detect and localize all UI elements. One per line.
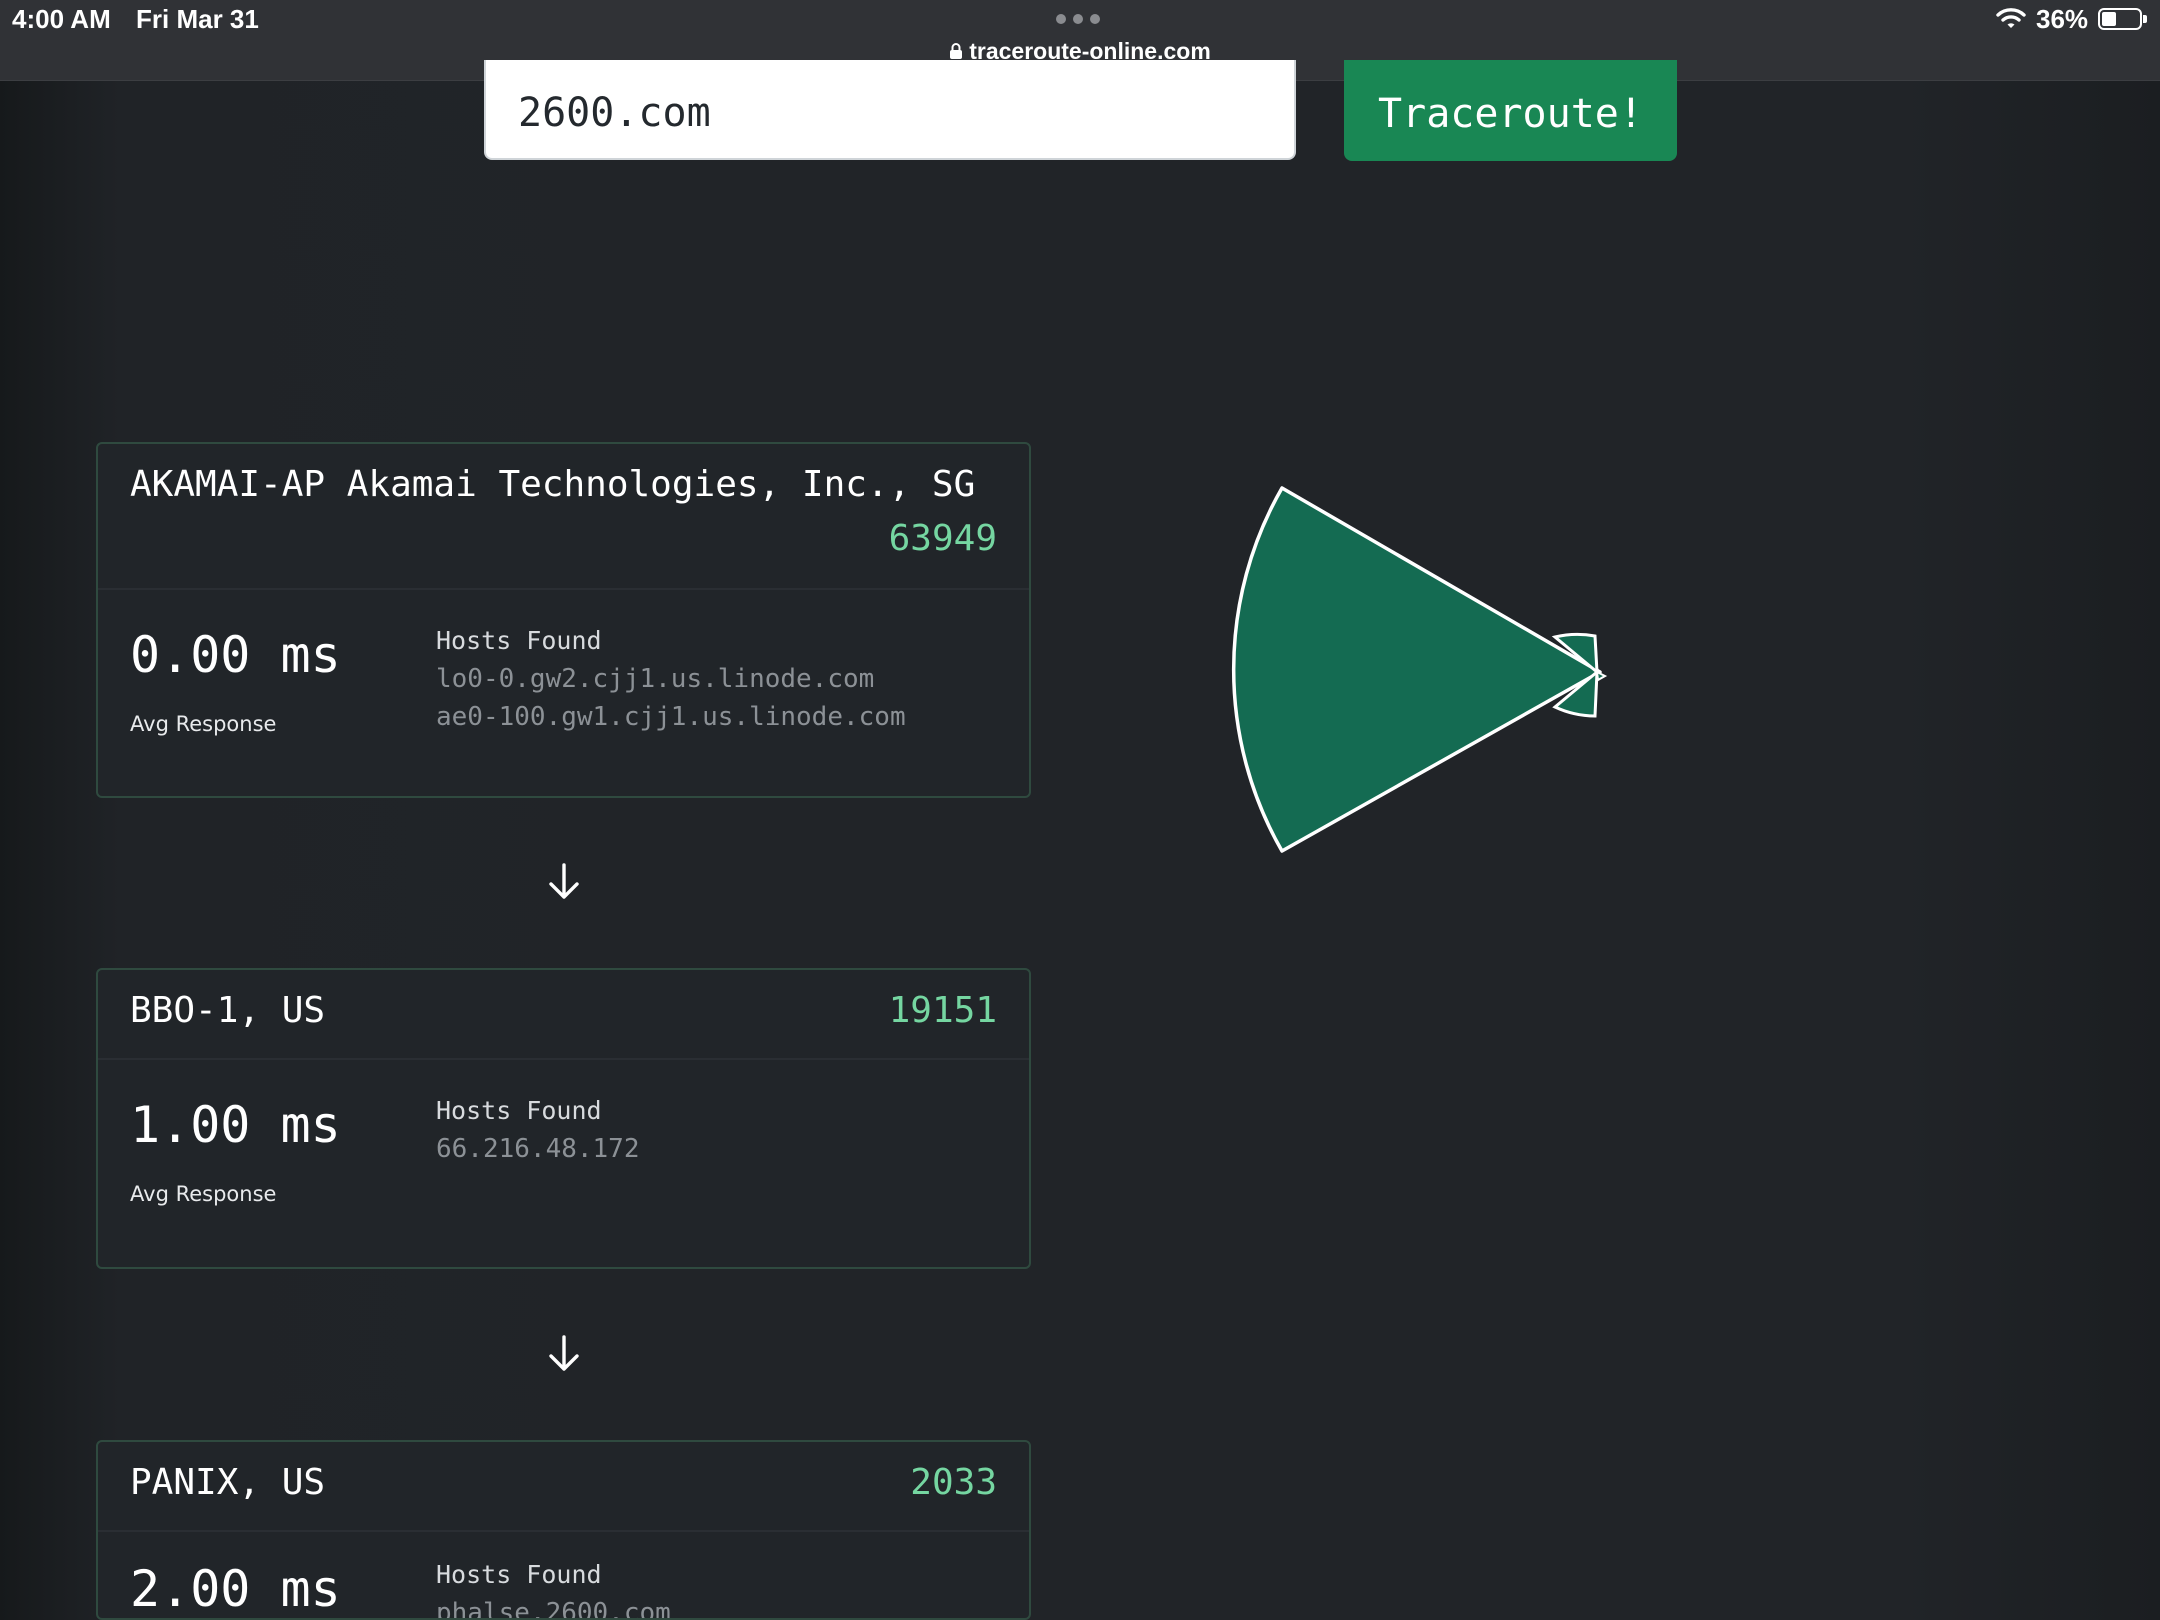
arrow-down-icon (545, 862, 583, 906)
battery-percentage: 36% (2036, 4, 2089, 34)
hop-name: PANIX, US (130, 1462, 326, 1503)
host-entry: ae0-100.gw1.cjj1.us.linode.com (436, 702, 906, 732)
host-entry: lo0-0.gw2.cjj1.us.linode.com (436, 664, 875, 694)
host-entry: 66.216.48.172 (436, 1134, 640, 1164)
hop-asn: 2033 (910, 1462, 997, 1503)
host-entry: phalse.2600.com (436, 1598, 671, 1620)
battery-icon (2098, 8, 2147, 30)
page-background (0, 0, 2160, 1620)
traceroute-button[interactable]: Traceroute! (1344, 60, 1677, 161)
hop-latency-wedge (1595, 670, 1608, 682)
hop-header: AKAMAI-AP Akamai Technologies, Inc., SG … (98, 444, 1029, 590)
hop-header: PANIX, US 2033 (98, 1442, 1029, 1532)
hop-card: BBO-1, US 19151 1.00 ms Avg Response Hos… (96, 968, 1031, 1269)
hosts-found-label: Hosts Found (436, 626, 602, 655)
avg-response-label: Avg Response (130, 1182, 277, 1206)
multitasking-dots-icon[interactable] (1056, 14, 1100, 24)
latency-radial-chart (1200, 460, 1620, 884)
avg-response-value: 1.00 ms (130, 1096, 341, 1154)
status-date: Fri Mar 31 (136, 4, 259, 34)
hop-header: BBO-1, US 19151 (98, 970, 1029, 1060)
hosts-found-label: Hosts Found (436, 1096, 602, 1125)
wifi-icon (1996, 7, 2026, 34)
arrow-down-icon (545, 1334, 583, 1378)
status-time: 4:00 AM (12, 4, 111, 34)
hop-card: AKAMAI-AP Akamai Technologies, Inc., SG … (96, 442, 1031, 798)
hop-asn: 19151 (888, 990, 997, 1031)
hop-name: AKAMAI-AP Akamai Technologies, Inc., SG (130, 464, 976, 505)
avg-response-value: 2.00 ms (130, 1560, 341, 1618)
avg-response-value: 0.00 ms (130, 626, 341, 684)
hosts-found-label: Hosts Found (436, 1560, 602, 1589)
avg-response-label: Avg Response (130, 712, 277, 736)
domain-input[interactable]: 2600.com (484, 60, 1296, 160)
hop-latency-wedge (1231, 486, 1602, 853)
hop-card: PANIX, US 2033 2.00 ms Hosts Found phals… (96, 1440, 1031, 1620)
hop-asn: 63949 (888, 518, 997, 559)
hop-name: BBO-1, US (130, 990, 326, 1031)
